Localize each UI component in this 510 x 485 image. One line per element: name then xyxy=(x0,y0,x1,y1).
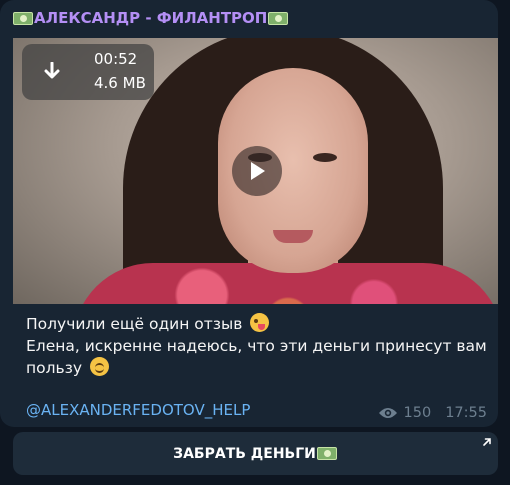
caption-line-1: Получили ещё один отзыв xyxy=(26,313,486,335)
caption-line-3: пользу xyxy=(26,357,486,379)
message-bubble: АЛЕКСАНДР - ФИЛАНТРОП 00:52 4.6 MB Получ… xyxy=(0,0,498,427)
play-icon xyxy=(251,162,265,180)
claim-money-label: ЗАБРАТЬ ДЕНЬГИ xyxy=(173,445,316,462)
sender-name-row[interactable]: АЛЕКСАНДР - ФИЛАНТРОП xyxy=(12,9,289,27)
video-frame-eye xyxy=(313,153,337,162)
views-count: 150 xyxy=(403,405,432,421)
caption-text-2: Елена, искренне надеюсь, что эти деньги … xyxy=(26,337,487,355)
download-pill[interactable]: 00:52 4.6 MB xyxy=(22,44,154,100)
caption-text-1: Получили ещё один отзыв xyxy=(26,315,243,333)
message-meta: 150 17:55 xyxy=(378,405,487,421)
caption-line-2: Елена, искренне надеюсь, что эти деньги … xyxy=(26,335,487,357)
money-emoji-icon xyxy=(13,11,33,25)
download-icon[interactable] xyxy=(36,56,68,88)
play-button[interactable] xyxy=(232,146,282,196)
money-emoji-icon xyxy=(268,11,289,25)
external-link-icon xyxy=(483,438,491,446)
claim-money-button[interactable]: ЗАБРАТЬ ДЕНЬГИ xyxy=(13,432,498,475)
video-frame-mouth xyxy=(273,230,313,243)
sender-name[interactable]: АЛЕКСАНДР - ФИЛАНТРОП xyxy=(34,9,267,27)
video-size: 4.6 MB xyxy=(94,74,146,92)
smiling-face-icon xyxy=(90,357,110,376)
winking-face-icon xyxy=(250,313,270,332)
message-caption: Получили ещё один отзыв Елена, искренне … xyxy=(26,313,487,379)
channel-link[interactable]: @ALEXANDERFEDOTOV_HELP xyxy=(26,401,250,419)
video-duration: 00:52 xyxy=(94,50,138,68)
message-time: 17:55 xyxy=(445,405,487,421)
money-emoji-icon xyxy=(316,447,337,460)
views-eye-icon xyxy=(378,406,398,420)
video-thumbnail[interactable]: 00:52 4.6 MB xyxy=(13,38,498,304)
caption-text-3: пользу xyxy=(26,359,83,377)
